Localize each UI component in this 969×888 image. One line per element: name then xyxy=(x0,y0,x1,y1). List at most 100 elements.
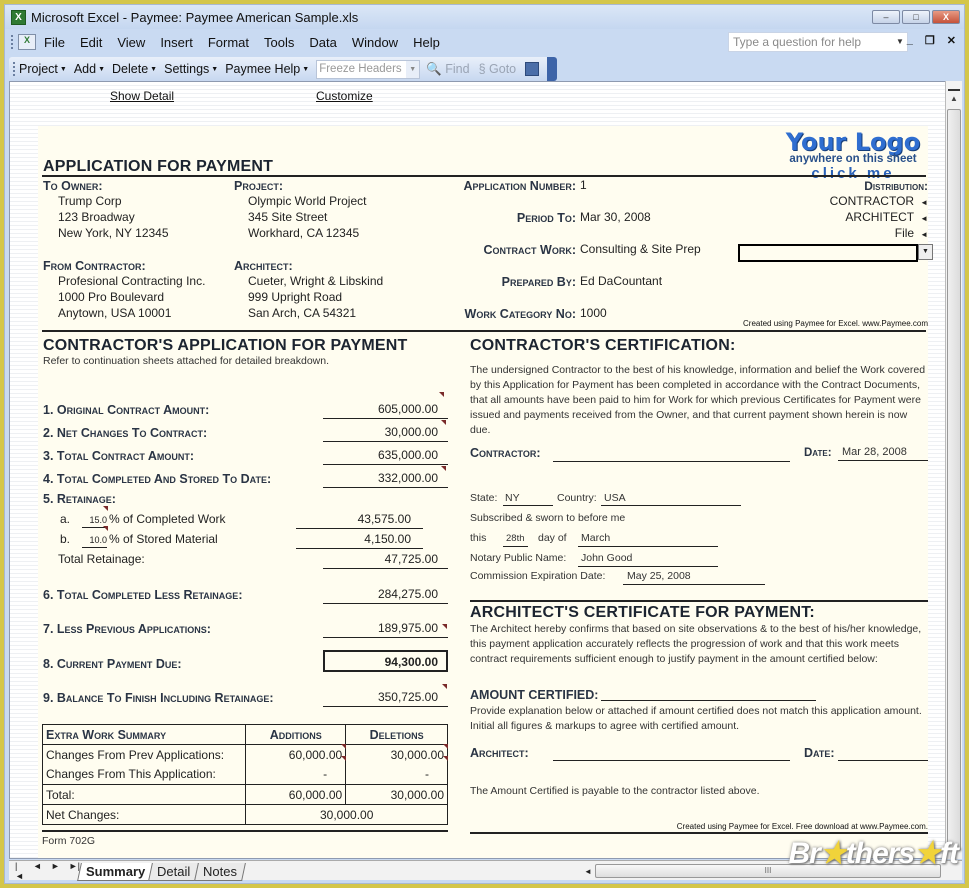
tab-notes[interactable]: Notes xyxy=(193,862,246,881)
first-sheet-icon[interactable]: |◄ xyxy=(15,861,24,881)
scroll-up-icon[interactable]: ▲ xyxy=(946,91,962,107)
month-value[interactable]: March xyxy=(581,532,610,544)
architect-city[interactable]: San Arch, CA 54321 xyxy=(248,306,356,320)
application-number-value[interactable]: 1 xyxy=(580,178,587,192)
retainage-a-percent[interactable]: 15.0 xyxy=(81,515,107,525)
toolbar-grip[interactable] xyxy=(13,62,16,76)
help-dropdown-icon[interactable]: ▼ xyxy=(893,33,907,51)
deletions-cell[interactable]: 30,000.00 xyxy=(345,744,448,765)
owner-name[interactable]: Trump Corp xyxy=(58,194,122,208)
project-city[interactable]: Workhard, CA 12345 xyxy=(248,226,359,240)
menu-view[interactable]: View xyxy=(117,35,145,50)
comment-indicator[interactable] xyxy=(443,756,448,761)
distribution-select-cell[interactable] xyxy=(738,244,918,262)
total-completed-value[interactable]: 332,000.00 xyxy=(323,471,438,485)
amount-certified-line[interactable] xyxy=(601,700,816,701)
workbook-minimize-button[interactable]: _ xyxy=(907,34,913,47)
split-handle[interactable] xyxy=(948,83,960,91)
distribution-file[interactable]: File ◄ xyxy=(895,226,928,240)
minimize-button[interactable]: – xyxy=(872,10,900,24)
net-changes-value[interactable]: 30,000.00 xyxy=(323,425,438,439)
menu-window[interactable]: Window xyxy=(352,35,398,50)
expiration-value[interactable]: May 25, 2008 xyxy=(627,570,691,582)
vertical-scroll-thumb[interactable] xyxy=(947,109,961,851)
state-value[interactable]: NY xyxy=(505,492,520,504)
retainage-b-value[interactable]: 4,150.00 xyxy=(296,532,411,546)
chevron-down-icon[interactable]: ▼ xyxy=(406,60,420,78)
total-retainage-value[interactable]: 47,725.00 xyxy=(323,552,438,566)
line9-value[interactable]: 350,725.00 xyxy=(323,690,438,704)
distribution-contractor[interactable]: CONTRACTOR ◄ xyxy=(830,194,928,208)
retainage-b-percent[interactable]: 10.0 xyxy=(81,535,107,545)
period-to-value[interactable]: Mar 30, 2008 xyxy=(580,210,651,224)
menu-insert[interactable]: Insert xyxy=(160,35,193,50)
deletions-cell[interactable]: - xyxy=(345,764,448,785)
comment-indicator[interactable] xyxy=(443,744,448,749)
original-contract-value[interactable]: 605,000.00 xyxy=(323,402,438,416)
freeze-headers-select[interactable]: Freeze Headers ▼ xyxy=(316,59,421,79)
vertical-scrollbar[interactable]: ▲ xyxy=(945,81,962,859)
show-detail-link[interactable]: Show Detail xyxy=(110,89,174,103)
save-icon[interactable] xyxy=(525,62,540,76)
line6-value[interactable]: 284,275.00 xyxy=(323,587,438,601)
retainage-a-value[interactable]: 43,575.00 xyxy=(296,512,411,526)
project-menu[interactable]: Project ▼ xyxy=(19,62,67,76)
architect-name[interactable]: Cueter, Wright & Libskind xyxy=(248,274,383,288)
architect-date-line[interactable] xyxy=(838,760,928,761)
help-search-input[interactable]: Type a question for help ▼ xyxy=(728,32,908,52)
maximize-button[interactable]: □ xyxy=(902,10,930,24)
notary-value[interactable]: John Good xyxy=(581,552,632,564)
comment-indicator[interactable] xyxy=(442,624,447,629)
additions-cell[interactable]: 60,000.00 xyxy=(245,744,347,765)
contractor-address[interactable]: 1000 Pro Boulevard xyxy=(58,290,164,304)
additions-cell[interactable]: - xyxy=(245,764,347,785)
line7-value[interactable]: 189,975.00 xyxy=(323,621,438,635)
customize-link[interactable]: Customize xyxy=(316,89,373,103)
logo-placeholder[interactable]: Your Logo anywhere on this sheet click m… xyxy=(778,130,928,181)
contract-work-value[interactable]: Consulting & Site Prep xyxy=(580,242,701,256)
menu-file[interactable]: File xyxy=(44,35,65,50)
comment-indicator[interactable] xyxy=(103,506,108,511)
architect-address[interactable]: 999 Upright Road xyxy=(248,290,342,304)
contractor-city[interactable]: Anytown, USA 10001 xyxy=(58,306,171,320)
find-button[interactable]: 🔍 Find xyxy=(426,62,469,77)
worksheet[interactable]: Show Detail Customize Your Logo anywhere… xyxy=(9,81,949,859)
workbook-restore-button[interactable]: ❐ xyxy=(925,34,935,47)
distribution-architect[interactable]: ARCHITECT ◄ xyxy=(845,210,928,224)
toolbar-overflow-button[interactable] xyxy=(547,57,557,81)
project-address[interactable]: 345 Site Street xyxy=(248,210,327,224)
toolbar-grip[interactable] xyxy=(11,35,14,49)
cert-date-value[interactable]: Mar 28, 2008 xyxy=(842,446,907,458)
menu-format[interactable]: Format xyxy=(208,35,249,50)
comment-indicator[interactable] xyxy=(103,526,108,531)
total-contract-value[interactable]: 635,000.00 xyxy=(323,448,438,462)
close-button[interactable]: X xyxy=(932,10,960,24)
delete-menu[interactable]: Delete ▼ xyxy=(112,62,157,76)
comment-indicator[interactable] xyxy=(441,466,446,471)
paymee-help-menu[interactable]: Paymee Help ▼ xyxy=(225,62,309,76)
menu-edit[interactable]: Edit xyxy=(80,35,102,50)
comment-indicator[interactable] xyxy=(341,744,346,749)
comment-indicator[interactable] xyxy=(442,684,447,689)
tab-detail[interactable]: Detail xyxy=(148,862,200,881)
owner-city[interactable]: New York, NY 12345 xyxy=(58,226,169,240)
scroll-left-icon[interactable]: ◄ xyxy=(581,867,595,876)
comment-indicator[interactable] xyxy=(441,420,446,425)
add-menu[interactable]: Add ▼ xyxy=(74,62,105,76)
menu-data[interactable]: Data xyxy=(309,35,336,50)
settings-menu[interactable]: Settings ▼ xyxy=(164,62,218,76)
comment-indicator[interactable] xyxy=(439,392,444,397)
menu-tools[interactable]: Tools xyxy=(264,35,294,50)
workbook-close-button[interactable]: ✕ xyxy=(947,34,956,47)
owner-address[interactable]: 123 Broadway xyxy=(58,210,135,224)
prev-sheet-icon[interactable]: ◄ xyxy=(33,861,42,881)
goto-button[interactable]: § Goto xyxy=(479,62,517,76)
next-sheet-icon[interactable]: ► xyxy=(51,861,60,881)
menu-help[interactable]: Help xyxy=(413,35,440,50)
work-category-value[interactable]: 1000 xyxy=(580,306,607,320)
country-value[interactable]: USA xyxy=(604,492,626,504)
comment-indicator[interactable] xyxy=(341,756,346,761)
chevron-down-icon[interactable]: ▼ xyxy=(918,244,933,260)
workbook-icon[interactable]: X xyxy=(18,34,36,50)
day-value[interactable]: 28th xyxy=(506,533,525,544)
